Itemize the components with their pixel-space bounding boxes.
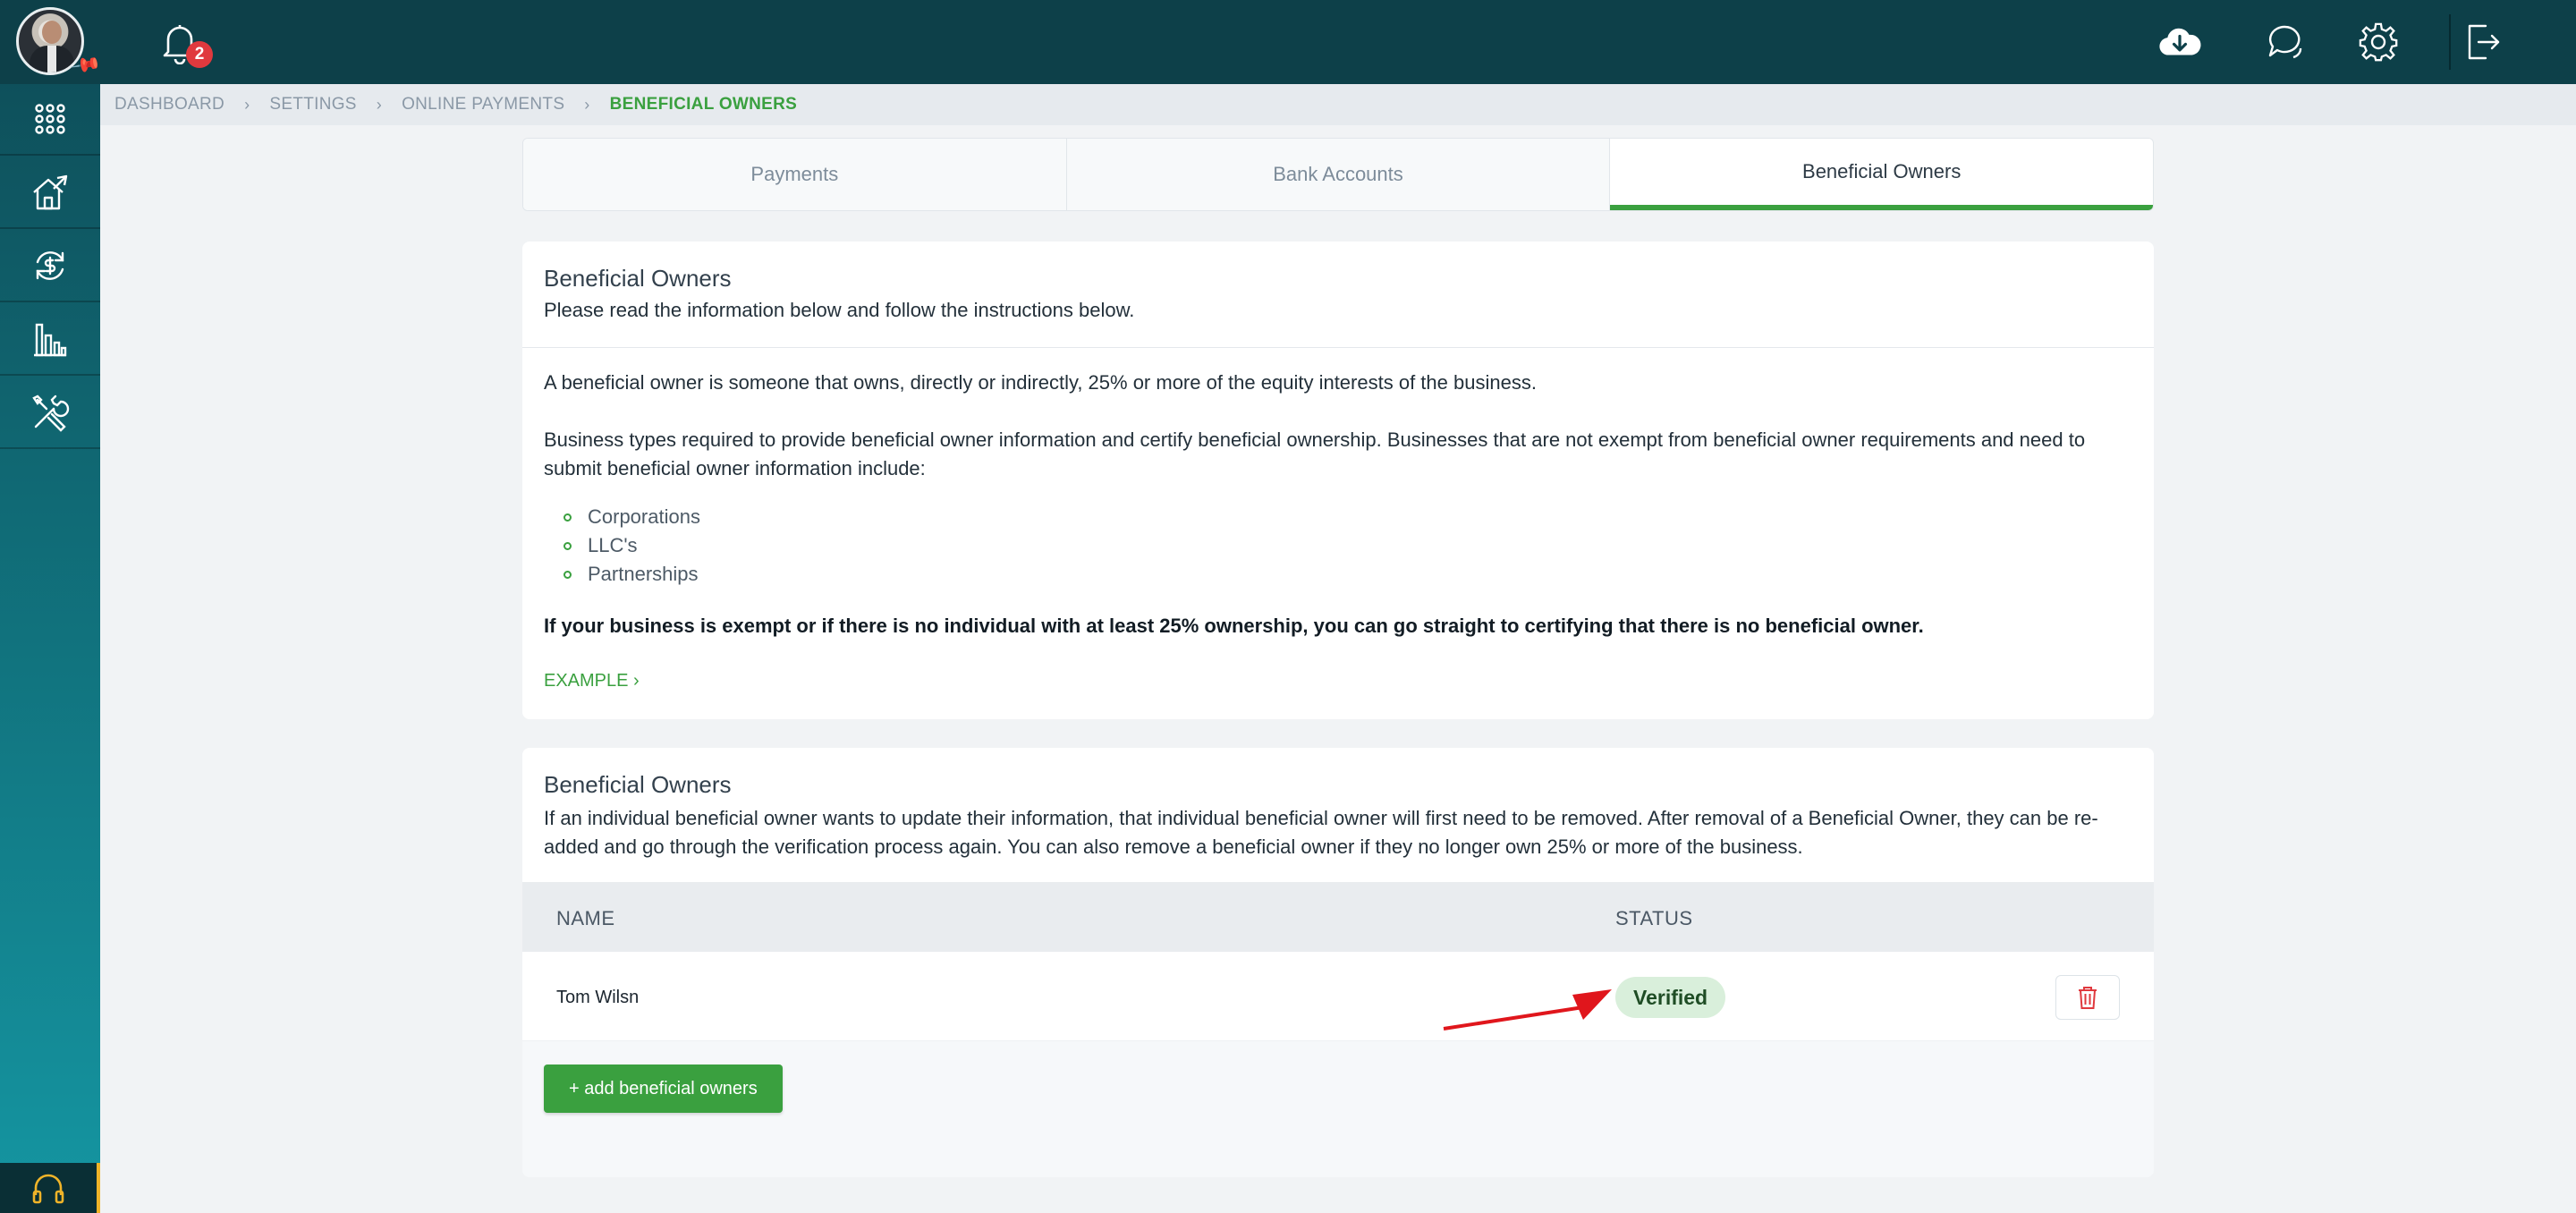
chevron-right-icon: ›	[244, 95, 250, 114]
logout-button[interactable]	[2460, 20, 2504, 64]
grid-icon	[35, 104, 65, 134]
info-card-title: Beneficial Owners	[544, 265, 732, 292]
info-card: Beneficial Owners Please read the inform…	[522, 242, 2154, 719]
download-button[interactable]	[2157, 20, 2202, 64]
card-divider	[522, 347, 2154, 348]
headset-icon	[32, 1174, 64, 1204]
table-header: NAME STATUS	[522, 882, 2154, 952]
chat-button[interactable]	[2263, 20, 2308, 64]
definition-text: A beneficial owner is someone that owns,…	[544, 371, 1537, 394]
cloud-download-icon	[2159, 28, 2201, 55]
list-item: Partnerships	[544, 560, 700, 589]
add-beneficial-owner-button[interactable]: + add beneficial owners	[544, 1065, 783, 1113]
breadcrumb-current: BENEFICIAL OWNERS	[609, 95, 798, 114]
annotation-arrow-icon	[1443, 989, 1612, 1031]
tab-bar: Payments Bank Accounts Beneficial Owners	[522, 138, 2154, 211]
exempt-note: If your business is exempt or if there i…	[544, 615, 1924, 637]
list-item: LLC's	[544, 531, 700, 560]
delete-owner-button[interactable]	[2055, 975, 2120, 1020]
settings-button[interactable]	[2356, 20, 2401, 64]
breadcrumb: DASHBOARD › SETTINGS › ONLINE PAYMENTS ›…	[100, 84, 2576, 125]
sidebar-help[interactable]	[0, 1163, 100, 1213]
profile-area: 📌	[0, 0, 102, 84]
sidebar-item-properties[interactable]	[0, 157, 100, 229]
chat-icon	[2268, 25, 2302, 59]
requirements-text: Business types required to provide benef…	[544, 428, 2086, 479]
column-name: NAME	[556, 907, 615, 929]
breadcrumb-online-payments[interactable]: ONLINE PAYMENTS	[402, 95, 564, 115]
house-icon	[33, 174, 68, 210]
tab-payments[interactable]: Payments	[523, 139, 1067, 210]
sidebar-item-apps[interactable]	[0, 84, 100, 156]
sidebar-item-transactions[interactable]	[0, 231, 100, 302]
tab-bank-accounts[interactable]: Bank Accounts	[1066, 139, 1611, 210]
sidebar-item-tools[interactable]	[0, 377, 100, 449]
sidebar-item-reports[interactable]	[0, 304, 100, 376]
gear-icon	[2359, 22, 2398, 62]
tools-icon	[32, 394, 70, 432]
topbar-divider	[2449, 14, 2451, 70]
example-link[interactable]: EXAMPLE ›	[544, 671, 640, 691]
chevron-right-icon: ›	[633, 671, 640, 691]
owners-card-title: Beneficial Owners	[544, 771, 732, 798]
top-bar: 2	[100, 0, 2576, 84]
owners-card-description: If an individual beneficial owner wants …	[544, 807, 2098, 858]
tab-beneficial-owners[interactable]: Beneficial Owners	[1610, 139, 2153, 210]
money-cycle-icon	[36, 251, 64, 280]
business-types-list: Corporations LLC's Partnerships	[544, 503, 700, 589]
breadcrumb-settings[interactable]: SETTINGS	[269, 95, 356, 115]
owner-name: Tom Wilsn	[556, 988, 640, 1007]
list-item: Corporations	[544, 503, 700, 531]
table-row: Tom Wilsn Verified	[522, 952, 2154, 1041]
notification-badge: 2	[186, 41, 213, 68]
trash-icon	[2079, 987, 2097, 1009]
status-badge: Verified	[1615, 977, 1726, 1018]
chevron-right-icon: ›	[376, 95, 383, 114]
sidebar: 📌	[0, 0, 102, 1213]
column-status: STATUS	[1615, 907, 1693, 929]
breadcrumb-dashboard[interactable]: DASHBOARD	[114, 95, 225, 115]
chevron-right-icon: ›	[584, 95, 590, 114]
owners-card: Beneficial Owners If an individual benef…	[522, 748, 2154, 1177]
info-card-subtitle: Please read the information below and fo…	[544, 299, 1135, 321]
bar-chart-icon	[34, 323, 67, 357]
logout-icon	[2468, 24, 2500, 60]
